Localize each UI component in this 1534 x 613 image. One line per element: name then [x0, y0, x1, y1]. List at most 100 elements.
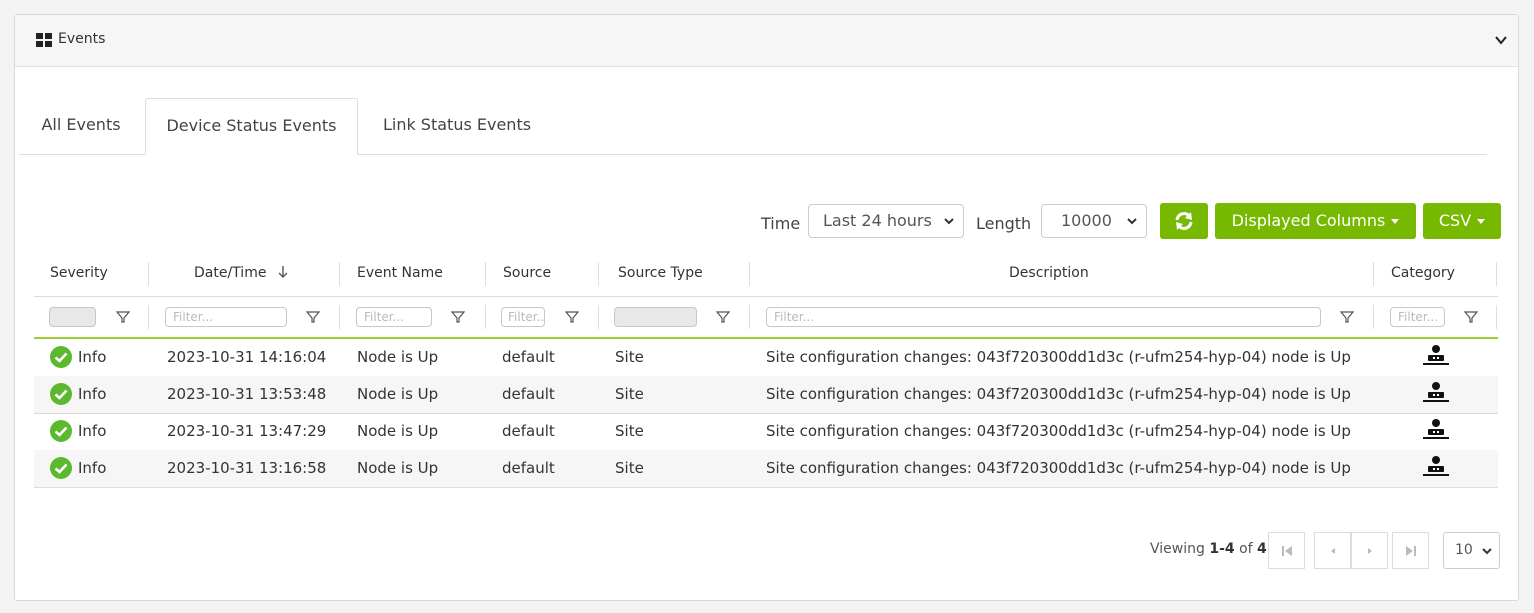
column-header-event-name[interactable]: Event Name — [357, 252, 443, 296]
sort-descending-icon — [278, 266, 288, 278]
hardware-category-icon — [1423, 345, 1449, 365]
source-type-cell: Site — [615, 459, 644, 477]
event-name-filter-input[interactable]: Filter... — [356, 307, 432, 327]
source-cell: default — [502, 385, 555, 403]
datetime-cell: 2023-10-31 13:16:58 — [167, 459, 327, 477]
chevron-down-icon — [944, 218, 954, 225]
filter-icon[interactable] — [565, 310, 579, 324]
description-cell: Site configuration changes: 043f720300dd… — [766, 385, 1351, 403]
event-tabs: All Events Device Status Events Link Sta… — [19, 98, 1487, 155]
table-row[interactable]: Info 2023-10-31 13:47:29 Node is Up defa… — [34, 413, 1498, 451]
tab-all-events[interactable]: All Events — [19, 98, 143, 154]
source-filter-input[interactable]: Filter... — [501, 307, 545, 327]
length-label: Length — [976, 214, 1032, 233]
page-size-value: 10 — [1455, 542, 1473, 558]
table-row[interactable]: Info 2023-10-31 14:16:04 Node is Up defa… — [34, 339, 1498, 377]
datetime-cell: 2023-10-31 13:53:48 — [167, 385, 327, 403]
column-divider — [485, 305, 486, 329]
description-filter-input[interactable]: Filter... — [766, 307, 1321, 327]
check-circle-icon — [50, 420, 72, 442]
column-divider — [339, 262, 340, 286]
source-type-cell: Site — [615, 348, 644, 366]
column-divider — [485, 262, 486, 286]
next-page-button[interactable] — [1351, 532, 1388, 569]
last-page-button[interactable] — [1392, 532, 1429, 569]
source-type-cell: Site — [615, 422, 644, 440]
column-divider — [148, 262, 149, 286]
event-name-cell: Node is Up — [357, 385, 439, 403]
datetime-filter-input[interactable]: Filter... — [165, 307, 287, 327]
severity-cell: Info — [78, 422, 107, 440]
tab-link-status-events[interactable]: Link Status Events — [360, 98, 554, 154]
hardware-category-icon — [1423, 419, 1449, 439]
column-divider — [1496, 305, 1497, 329]
first-page-button[interactable] — [1268, 532, 1305, 569]
panel-header[interactable]: Events — [15, 15, 1518, 67]
check-circle-icon — [50, 457, 72, 479]
displayed-columns-button[interactable]: Displayed Columns — [1215, 203, 1416, 239]
column-header-severity[interactable]: Severity — [50, 252, 108, 296]
chevron-left-icon — [1331, 548, 1335, 554]
source-cell: default — [502, 459, 555, 477]
severity-filter-select[interactable] — [49, 307, 96, 327]
source-cell: default — [502, 422, 555, 440]
source-cell: default — [502, 348, 555, 366]
csv-button[interactable]: CSV — [1423, 203, 1501, 239]
table-row[interactable]: Info 2023-10-31 13:16:58 Node is Up defa… — [34, 450, 1498, 488]
time-select-value: Last 24 hours — [823, 211, 932, 230]
severity-cell: Info — [78, 385, 107, 403]
column-divider — [598, 262, 599, 286]
previous-page-button[interactable] — [1314, 532, 1351, 569]
viewing-of: of — [1239, 541, 1253, 557]
first-page-icon — [1282, 546, 1292, 556]
filter-icon[interactable] — [1340, 310, 1354, 324]
filter-icon[interactable] — [306, 310, 320, 324]
column-header-description[interactable]: Description — [1009, 252, 1089, 296]
chevron-down-icon[interactable] — [1492, 31, 1510, 49]
column-header-source-type[interactable]: Source Type — [618, 252, 703, 296]
refresh-icon — [1175, 212, 1193, 230]
check-circle-icon — [50, 383, 72, 405]
refresh-button[interactable] — [1160, 203, 1208, 239]
hardware-category-icon — [1423, 456, 1449, 476]
severity-cell: Info — [78, 348, 107, 366]
category-filter-input[interactable]: Filter... — [1390, 307, 1445, 327]
length-select-value: 10000 — [1061, 211, 1112, 230]
column-header-datetime[interactable]: Date/Time — [194, 252, 289, 296]
source-type-cell: Site — [615, 385, 644, 403]
csv-label: CSV — [1438, 211, 1472, 230]
column-divider — [749, 305, 750, 329]
event-name-cell: Node is Up — [357, 459, 439, 477]
column-divider — [749, 262, 750, 286]
column-divider — [148, 305, 149, 329]
time-select[interactable]: Last 24 hours — [808, 204, 964, 238]
filter-icon[interactable] — [451, 310, 465, 324]
time-label: Time — [761, 214, 801, 233]
viewing-summary: Viewing 1-4 of 4 — [1150, 541, 1267, 557]
table-row[interactable]: Info 2023-10-31 13:53:48 Node is Up defa… — [34, 376, 1498, 414]
length-select[interactable]: 10000 — [1041, 204, 1147, 238]
column-header-category[interactable]: Category — [1391, 252, 1455, 296]
table-header-row: Severity Date/Time Event Name Source Sou… — [34, 252, 1498, 297]
chevron-down-icon — [1482, 548, 1492, 555]
source-type-filter-select[interactable] — [614, 307, 697, 327]
page-size-select[interactable]: 10 — [1443, 532, 1500, 569]
datetime-cell: 2023-10-31 13:47:29 — [167, 422, 327, 440]
severity-cell: Info — [78, 459, 107, 477]
chevron-down-icon — [1127, 218, 1137, 225]
column-header-source[interactable]: Source — [503, 252, 551, 296]
viewing-prefix: Viewing — [1150, 541, 1205, 557]
caret-down-icon — [1391, 219, 1400, 224]
table-filter-row: Filter... Filter... Filter... Filter... … — [34, 297, 1498, 339]
grid-icon — [36, 33, 52, 47]
filter-icon[interactable] — [116, 310, 130, 324]
column-divider — [1496, 262, 1497, 286]
datetime-cell: 2023-10-31 14:16:04 — [167, 348, 327, 366]
displayed-columns-label: Displayed Columns — [1231, 211, 1386, 230]
hardware-category-icon — [1423, 382, 1449, 402]
last-page-icon — [1406, 546, 1416, 556]
filter-icon[interactable] — [716, 310, 730, 324]
filter-icon[interactable] — [1464, 310, 1478, 324]
event-name-cell: Node is Up — [357, 348, 439, 366]
tab-device-status-events[interactable]: Device Status Events — [145, 98, 358, 155]
